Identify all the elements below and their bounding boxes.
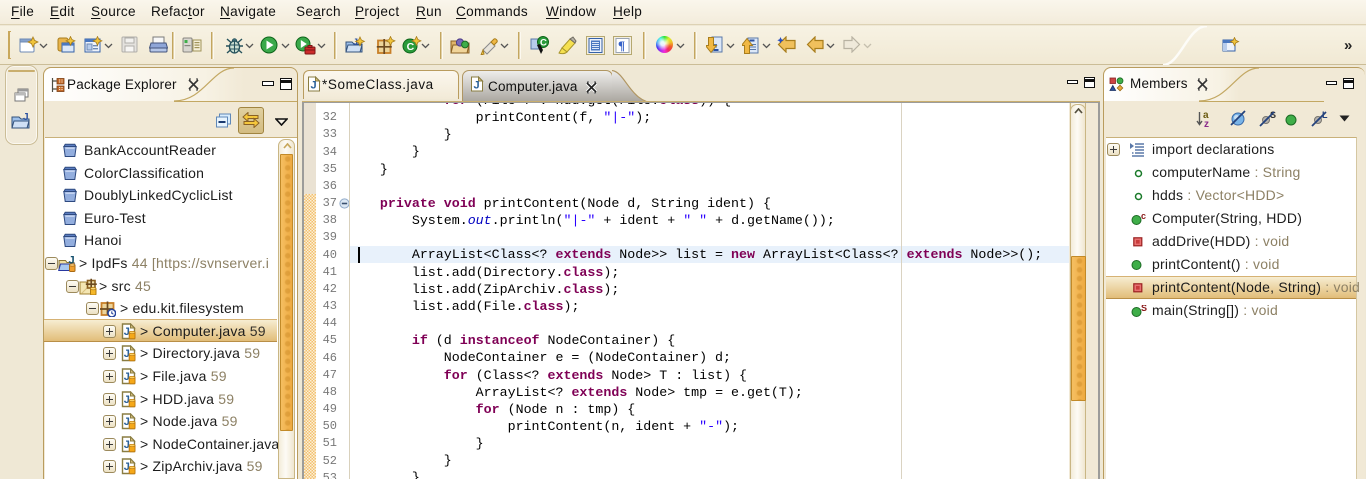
svg-text:J: J xyxy=(23,112,29,123)
svg-text:z: z xyxy=(1204,119,1209,128)
svg-text:¶: ¶ xyxy=(618,38,625,53)
svg-text:J: J xyxy=(474,80,480,92)
svg-text:J: J xyxy=(311,80,317,92)
svg-text:S: S xyxy=(1141,305,1147,313)
svg-text:c: c xyxy=(1141,213,1146,221)
svg-text:C: C xyxy=(407,41,415,53)
